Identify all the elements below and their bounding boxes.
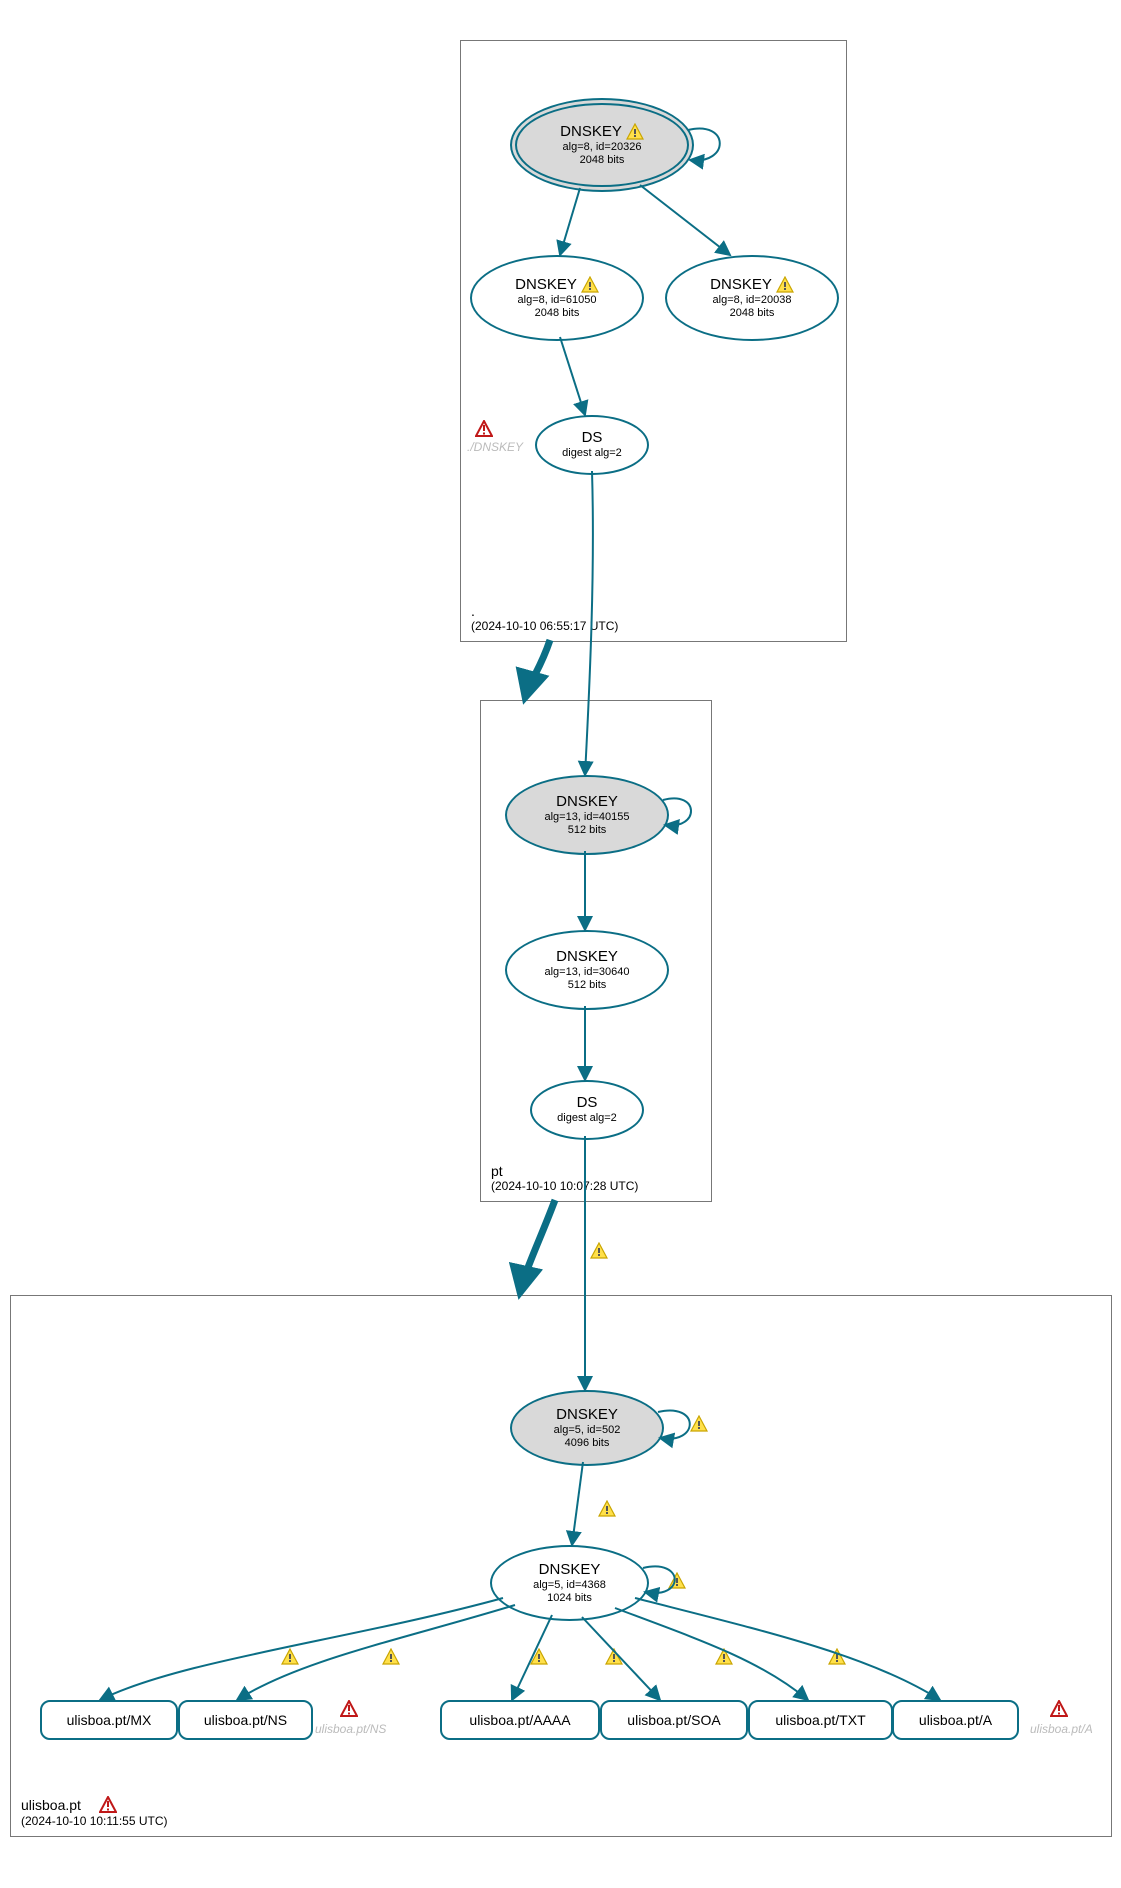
warning-icon <box>828 1648 846 1666</box>
node-detail: alg=8, id=20038 <box>713 294 792 307</box>
label: DNSKEY <box>556 1406 618 1424</box>
label: DNSKEY <box>560 123 622 141</box>
warning-icon <box>598 1500 616 1518</box>
label: DNSKEY <box>710 276 772 294</box>
ulisboa-zsk-node[interactable]: DNSKEY alg=5, id=4368 1024 bits <box>490 1545 649 1621</box>
pt-ds-node[interactable]: DS digest alg=2 <box>530 1080 644 1140</box>
root-zsk1-node[interactable]: DNSKEY alg=8, id=61050 2048 bits <box>470 255 644 341</box>
warning-icon <box>668 1572 686 1590</box>
error-icon <box>475 420 493 438</box>
pt-zsk-node[interactable]: DNSKEY alg=13, id=30640 512 bits <box>505 930 669 1010</box>
node-detail: digest alg=2 <box>562 447 622 460</box>
zone-timestamp: (2024-10-10 10:07:28 UTC) <box>491 1179 638 1193</box>
rr-soa[interactable]: ulisboa.pt/SOA <box>600 1700 748 1740</box>
node-detail: alg=13, id=30640 <box>544 966 629 979</box>
zone-name: pt <box>491 1163 638 1179</box>
error-icon <box>1050 1700 1068 1718</box>
ulisboa-ksk-node[interactable]: DNSKEY alg=5, id=502 4096 bits <box>510 1390 664 1466</box>
node-detail: alg=8, id=61050 <box>518 294 597 307</box>
node-title: DNSKEY <box>560 123 644 141</box>
node-bits: 2048 bits <box>535 307 580 320</box>
zone-label-pt: pt (2024-10-10 10:07:28 UTC) <box>491 1163 638 1193</box>
ghost-a: ulisboa.pt/A <box>1030 1722 1093 1736</box>
zone-label-root: . (2024-10-10 06:55:17 UTC) <box>471 603 618 633</box>
warning-icon <box>382 1648 400 1666</box>
node-detail: digest alg=2 <box>557 1112 617 1125</box>
warning-icon <box>581 276 599 294</box>
rr-ns[interactable]: ulisboa.pt/NS <box>178 1700 313 1740</box>
node-bits: 2048 bits <box>730 307 775 320</box>
root-ds-node[interactable]: DS digest alg=2 <box>535 415 649 475</box>
zone-timestamp: (2024-10-10 10:11:55 UTC) <box>21 1814 168 1828</box>
rr-mx[interactable]: ulisboa.pt/MX <box>40 1700 178 1740</box>
rr-a[interactable]: ulisboa.pt/A <box>892 1700 1019 1740</box>
node-bits: 4096 bits <box>565 1437 610 1450</box>
node-detail: alg=13, id=40155 <box>544 811 629 824</box>
zone-timestamp: (2024-10-10 06:55:17 UTC) <box>471 619 618 633</box>
node-detail: alg=5, id=4368 <box>533 1579 606 1592</box>
node-title: DNSKEY <box>515 276 599 294</box>
ghost-ns: ulisboa.pt/NS <box>315 1722 386 1736</box>
node-bits: 512 bits <box>568 824 607 837</box>
node-bits: 1024 bits <box>547 1592 592 1605</box>
error-icon <box>340 1700 358 1718</box>
ghost-root-dnskey: ./DNSKEY <box>467 440 523 454</box>
pt-ksk-node[interactable]: DNSKEY alg=13, id=40155 512 bits <box>505 775 669 855</box>
zone-name: ulisboa.pt <box>21 1797 81 1813</box>
label: DS <box>577 1094 598 1112</box>
node-detail: alg=8, id=20326 <box>563 141 642 154</box>
node-detail: alg=5, id=502 <box>554 1424 621 1437</box>
zone-label-ulisboa: ulisboa.pt (2024-10-10 10:11:55 UTC) <box>21 1796 168 1828</box>
label: DNSKEY <box>539 1561 601 1579</box>
label: DNSKEY <box>515 276 577 294</box>
node-bits: 512 bits <box>568 979 607 992</box>
node-bits: 2048 bits <box>580 154 625 167</box>
warning-icon <box>626 123 644 141</box>
warning-icon <box>690 1415 708 1433</box>
warning-icon <box>590 1242 608 1260</box>
warning-icon <box>605 1648 623 1666</box>
warning-icon <box>715 1648 733 1666</box>
warning-icon <box>530 1648 548 1666</box>
warning-icon <box>776 276 794 294</box>
label: DNSKEY <box>556 793 618 811</box>
root-zsk2-node[interactable]: DNSKEY alg=8, id=20038 2048 bits <box>665 255 839 341</box>
zone-name: . <box>471 603 618 619</box>
label: DS <box>582 429 603 447</box>
warning-icon <box>281 1648 299 1666</box>
rr-aaaa[interactable]: ulisboa.pt/AAAA <box>440 1700 600 1740</box>
error-icon <box>99 1796 117 1814</box>
rr-txt[interactable]: ulisboa.pt/TXT <box>748 1700 893 1740</box>
root-ksk-node[interactable]: DNSKEY alg=8, id=20326 2048 bits <box>510 98 694 192</box>
label: DNSKEY <box>556 948 618 966</box>
node-title: DNSKEY <box>710 276 794 294</box>
